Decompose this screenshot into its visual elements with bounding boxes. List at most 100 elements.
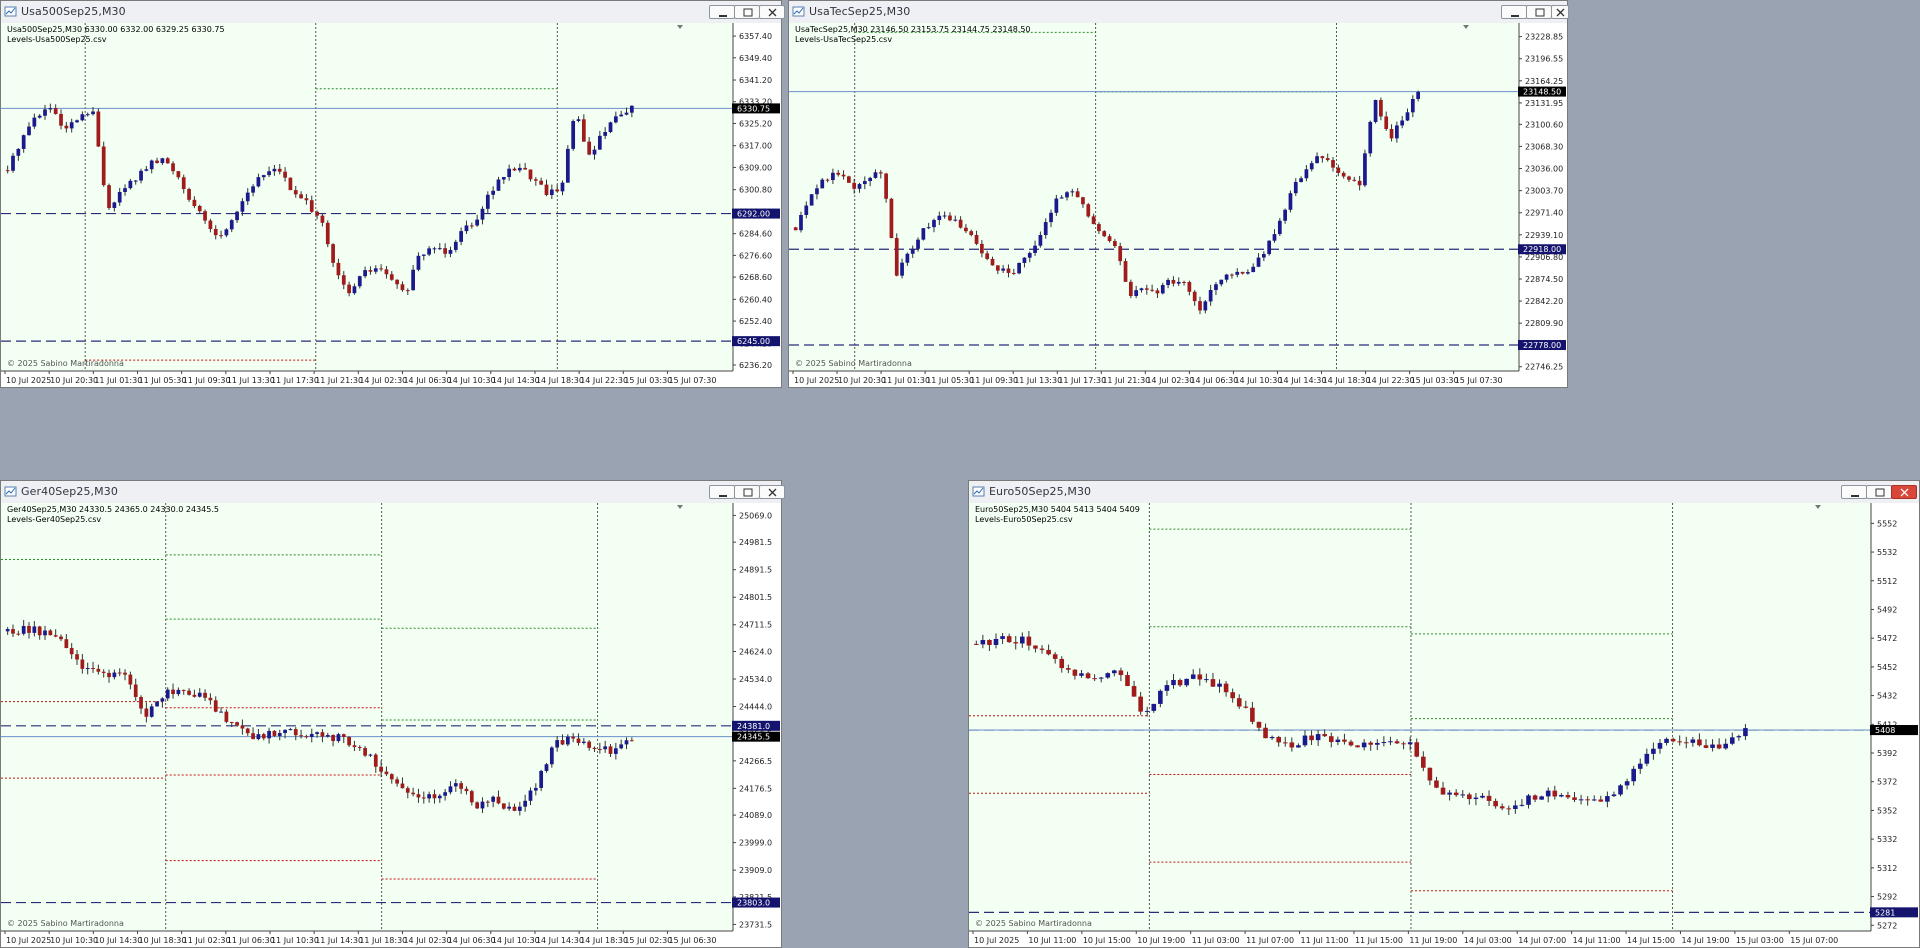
minimize-button[interactable] bbox=[709, 485, 735, 499]
candle-body bbox=[277, 733, 282, 736]
candle-body bbox=[1043, 222, 1048, 235]
minimize-button[interactable] bbox=[1841, 485, 1867, 499]
y-tick-label: 5552 bbox=[1877, 519, 1897, 528]
candle-body bbox=[571, 736, 576, 739]
maximize-button[interactable] bbox=[1866, 485, 1892, 499]
candle-body bbox=[5, 629, 10, 632]
candle-body bbox=[384, 269, 389, 275]
indicator-label: Levels-Euro50Sep25.csv bbox=[975, 515, 1073, 524]
close-button[interactable] bbox=[1551, 5, 1569, 19]
close-button[interactable] bbox=[1891, 485, 1917, 499]
candle-body bbox=[96, 668, 101, 672]
candle-body bbox=[565, 736, 570, 745]
candle-body bbox=[432, 248, 437, 250]
candle-body bbox=[117, 191, 122, 203]
candle-body bbox=[459, 231, 464, 242]
candle-body bbox=[1421, 756, 1426, 768]
x-tick-label: 10 Jul 10:30 bbox=[50, 936, 98, 945]
candle-body bbox=[251, 733, 255, 740]
candle-body bbox=[1166, 279, 1170, 285]
candle-body bbox=[793, 227, 798, 231]
candle-body bbox=[1347, 176, 1351, 180]
candle-body bbox=[299, 194, 303, 199]
candle-body bbox=[894, 238, 899, 276]
x-tick-label: 11 Jul 17:30 bbox=[271, 376, 319, 385]
price-chart[interactable]: 23228.85 23196.55 23164.25 23131.95 23100.60… bbox=[789, 23, 1567, 387]
chart-window-euro50[interactable]: Euro50Sep25,M30 5552 5532 5512 5492 5472 5452… bbox=[968, 480, 1920, 948]
maximize-button[interactable] bbox=[734, 5, 760, 19]
candle-body bbox=[889, 198, 894, 239]
candle-body bbox=[1331, 160, 1335, 168]
candle-body bbox=[1410, 99, 1415, 113]
window-titlebar[interactable]: Euro50Sep25,M30 bbox=[969, 481, 1919, 504]
candle-body bbox=[1736, 736, 1742, 738]
x-tick-label: 11 Jul 18:30 bbox=[359, 936, 407, 945]
candle-body bbox=[608, 746, 613, 754]
candle-body bbox=[1304, 169, 1309, 179]
x-tick-label: 15 Jul 03:30 bbox=[1411, 376, 1459, 385]
candle-body bbox=[357, 747, 362, 749]
candle-body bbox=[123, 672, 127, 675]
candle-body bbox=[1368, 121, 1373, 154]
candle-body bbox=[1723, 743, 1729, 749]
candle-body bbox=[1605, 796, 1610, 802]
close-button[interactable] bbox=[759, 485, 785, 499]
minimize-button[interactable] bbox=[1501, 5, 1527, 19]
candle-body bbox=[1118, 670, 1124, 676]
candle-body bbox=[995, 265, 1000, 271]
candle-body bbox=[293, 729, 298, 736]
chart-window-ger40[interactable]: Ger40Sep25,M30 25069.0 24981.5 24891.5 2480… bbox=[0, 480, 785, 948]
window-titlebar[interactable]: Ger40Sep25,M30 bbox=[1, 481, 785, 504]
window-title: UsaTecSep25,M30 bbox=[809, 5, 911, 18]
chart-window-usatec[interactable]: UsaTecSep25,M30 23228.85 23196.55 23164.25… bbox=[788, 0, 1569, 388]
window-titlebar[interactable]: UsaTecSep25,M30 bbox=[789, 1, 1569, 24]
window-titlebar[interactable]: Usa500Sep25,M30 bbox=[1, 1, 785, 24]
candle-body bbox=[405, 788, 410, 793]
current-price-label: 24345.5 bbox=[737, 733, 770, 742]
candle-body bbox=[619, 744, 624, 749]
maximize-button[interactable] bbox=[734, 485, 760, 499]
candle-body bbox=[613, 748, 618, 754]
x-tick-label: 10 Jul 15:00 bbox=[1083, 936, 1131, 945]
x-tick-label: 15 Jul 06:30 bbox=[668, 936, 716, 945]
plot-area bbox=[789, 23, 1519, 371]
candle-body bbox=[1006, 636, 1012, 643]
candle-body bbox=[1434, 780, 1439, 788]
y-tick-label: 22939.10 bbox=[1525, 231, 1563, 240]
candle-body bbox=[1085, 673, 1091, 679]
candle-body bbox=[475, 219, 480, 226]
x-tick-label: 10 Jul 2025 bbox=[6, 936, 51, 945]
candle-body bbox=[1336, 167, 1341, 173]
candle-body bbox=[1363, 153, 1367, 186]
candle-body bbox=[1315, 156, 1319, 164]
candle-body bbox=[1683, 742, 1689, 744]
candle-body bbox=[11, 629, 15, 634]
candle-body bbox=[309, 733, 314, 737]
candle-body bbox=[1272, 234, 1277, 241]
candle-body bbox=[261, 734, 266, 739]
price-chart[interactable]: 5552553255125492547254525432541253925372… bbox=[969, 503, 1919, 947]
candle-body bbox=[331, 244, 335, 263]
close-button[interactable] bbox=[759, 5, 785, 19]
candle-body bbox=[448, 786, 453, 793]
x-tick-label: 14 Jul 02:30 bbox=[359, 376, 407, 385]
candle-body bbox=[347, 736, 351, 746]
candle-body bbox=[1261, 254, 1266, 258]
candle-body bbox=[1677, 741, 1682, 743]
price-chart[interactable]: 6357.406349.406341.206333.206325.206317.… bbox=[1, 23, 781, 387]
candle-body bbox=[448, 249, 453, 254]
candle-body bbox=[1118, 246, 1123, 262]
maximize-button[interactable] bbox=[1526, 5, 1552, 19]
x-tick-label: 14 Jul 22:30 bbox=[580, 376, 628, 385]
candle-body bbox=[1315, 734, 1321, 741]
x-tick-label: 14 Jul 10:30 bbox=[1234, 376, 1282, 385]
x-tick-label: 14 Jul 10:30 bbox=[448, 376, 496, 385]
candle-body bbox=[1293, 182, 1298, 194]
candle-body bbox=[315, 732, 319, 734]
candle-body bbox=[320, 215, 325, 223]
price-chart[interactable]: 25069.0 24981.5 24891.5 24801.5 24711.5 24624… bbox=[1, 503, 781, 947]
candle-body bbox=[1033, 245, 1037, 253]
minimize-button[interactable] bbox=[709, 5, 735, 19]
candle-body bbox=[341, 275, 346, 285]
chart-window-usa500[interactable]: Usa500Sep25,M30 6357.40 6349.40 6341.20 633… bbox=[0, 0, 785, 388]
